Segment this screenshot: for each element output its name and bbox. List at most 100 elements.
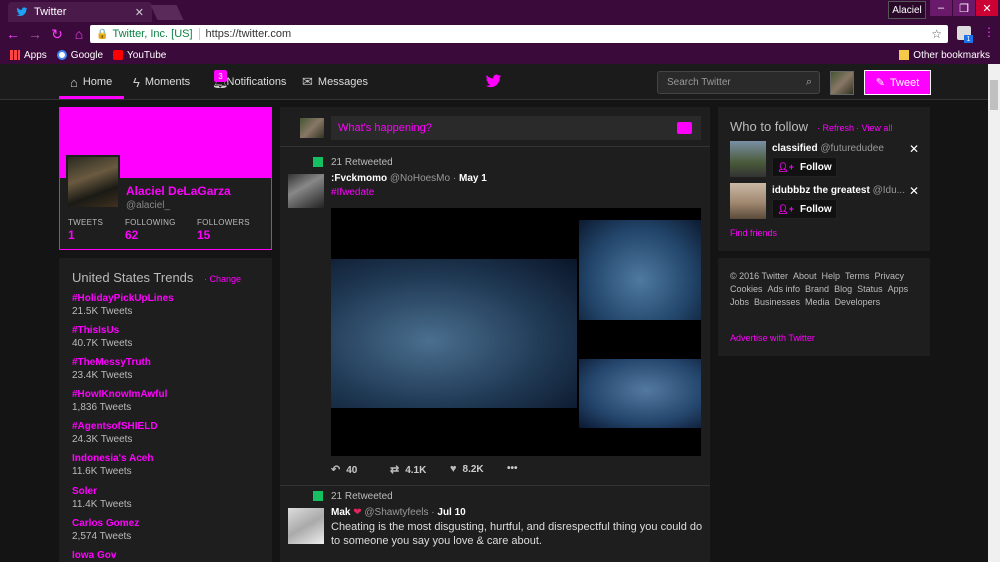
bookmark-other[interactable]: Other bookmarks bbox=[899, 50, 990, 61]
twitter-logo-icon[interactable] bbox=[485, 74, 502, 89]
restore-icon[interactable]: ❐ bbox=[953, 0, 975, 16]
bookmark-youtube[interactable]: YouTube bbox=[113, 50, 166, 61]
nav-avatar[interactable] bbox=[830, 71, 854, 95]
tweet-author-name: Mak bbox=[331, 507, 351, 518]
footer-link[interactable]: Brand bbox=[805, 283, 829, 296]
tweet-button[interactable]: ✎ Tweet bbox=[864, 70, 931, 95]
follow-user[interactable]: idubbbz the greatest @Idu... bbox=[772, 185, 905, 196]
home-browser-icon[interactable]: ⌂ bbox=[70, 25, 88, 43]
trends-change-link[interactable]: · Change bbox=[204, 274, 241, 284]
trend-item[interactable]: #AgentsofSHIELD 24.3K Tweets bbox=[72, 421, 158, 445]
bookmark-apps[interactable]: Apps bbox=[10, 50, 47, 61]
more-icon[interactable]: ••• bbox=[507, 463, 518, 474]
follow-user[interactable]: classified @futuredudee bbox=[772, 143, 884, 154]
bookmark-star-icon[interactable]: ☆ bbox=[931, 27, 942, 41]
profile-name[interactable]: Alaciel DeLaGarza bbox=[126, 184, 231, 198]
view-all-link[interactable]: · View all bbox=[856, 123, 892, 133]
follow-avatar[interactable] bbox=[730, 183, 766, 219]
tweet-media-image[interactable] bbox=[579, 359, 701, 428]
trend-item[interactable]: #HowIKnowImAwful 1,836 Tweets bbox=[72, 389, 167, 413]
refresh-link[interactable]: · Refresh bbox=[817, 123, 854, 133]
view-all-label: View all bbox=[861, 123, 893, 133]
stat-tweets-label[interactable]: TWEETS bbox=[68, 218, 103, 227]
nav-moments[interactable]: ϟ Moments bbox=[133, 64, 190, 100]
follow-button[interactable]: 👤︎+ Follow bbox=[772, 199, 837, 219]
nav-moments-label: Moments bbox=[144, 76, 191, 88]
nav-home[interactable]: ⌂ Home bbox=[70, 64, 112, 100]
retweet-action[interactable]: ⇄ 4.1K bbox=[390, 463, 426, 476]
compose-input[interactable]: What's happening? bbox=[331, 116, 701, 140]
tweet-author[interactable]: Mak ❤ @Shawtyfeels · Jul 10 bbox=[331, 507, 466, 518]
like-action[interactable]: ♥ 8.2K bbox=[450, 463, 484, 475]
follow-avatar[interactable] bbox=[730, 141, 766, 177]
follow-button[interactable]: 👤︎+ Follow bbox=[772, 157, 837, 177]
tweet-author[interactable]: :Fvckmomo @NoHoesMo · May 1 bbox=[331, 173, 487, 184]
retweet-context-icon bbox=[313, 491, 323, 502]
bookmark-google[interactable]: Google bbox=[56, 50, 103, 61]
footer-link[interactable]: Apps bbox=[888, 283, 909, 296]
profile-avatar[interactable] bbox=[66, 155, 120, 209]
reload-icon[interactable]: ↻ bbox=[48, 25, 66, 43]
dismiss-icon[interactable]: ✕ bbox=[909, 142, 919, 156]
stat-tweets-value[interactable]: 1 bbox=[68, 228, 75, 242]
trend-item[interactable]: #HolidayPickUpLines 21.5K Tweets bbox=[72, 293, 174, 317]
footer-link[interactable]: Businesses bbox=[754, 296, 800, 309]
tweet-author-handle: @NoHoesMo bbox=[389, 173, 451, 184]
tab-title: Twitter bbox=[34, 6, 67, 18]
trend-item[interactable]: Soler 11.4K Tweets bbox=[72, 486, 132, 510]
trend-item[interactable]: #ThisIsUs 40.7K Tweets bbox=[72, 325, 132, 349]
profile-handle[interactable]: @alaciel_ bbox=[126, 200, 170, 211]
tweet-avatar[interactable] bbox=[288, 508, 324, 544]
browser-profile-button[interactable]: Alaciel bbox=[888, 1, 926, 19]
footer-link[interactable]: Status bbox=[857, 283, 883, 296]
trend-item[interactable]: Indonesia's Aceh 11.6K Tweets bbox=[72, 453, 153, 477]
footer-link[interactable]: Developers bbox=[835, 296, 881, 309]
find-friends-link[interactable]: Find friends bbox=[730, 228, 777, 238]
scrollbar-thumb[interactable] bbox=[990, 80, 998, 110]
search-placeholder: Search Twitter bbox=[667, 77, 731, 88]
tweet-date[interactable]: Jul 10 bbox=[437, 507, 465, 518]
footer-link[interactable]: Terms bbox=[845, 270, 870, 283]
footer-link[interactable]: Privacy bbox=[875, 270, 905, 283]
stat-following-value[interactable]: 62 bbox=[125, 228, 138, 242]
search-icon[interactable]: ⌕ bbox=[806, 76, 812, 89]
footer-link[interactable]: Blog bbox=[834, 283, 852, 296]
advertise-link[interactable]: Advertise with Twitter bbox=[730, 333, 815, 343]
tweet-date[interactable]: May 1 bbox=[459, 173, 487, 184]
address-bar[interactable]: 🔒 Twitter, Inc. [US] https://twitter.com… bbox=[90, 25, 948, 43]
footer-link[interactable]: Jobs bbox=[730, 296, 749, 309]
search-input[interactable]: Search Twitter ⌕ bbox=[657, 71, 820, 94]
footer-link[interactable]: Media bbox=[805, 296, 830, 309]
close-window-icon[interactable]: ✕ bbox=[976, 0, 998, 16]
scrollbar[interactable] bbox=[988, 64, 1000, 562]
trend-count: 2,574 Tweets bbox=[72, 531, 132, 542]
like-count: 8.2K bbox=[462, 464, 484, 475]
tweet-avatar[interactable] bbox=[288, 174, 324, 208]
reply-action[interactable]: ↶ 40 bbox=[331, 463, 357, 476]
tweet-media-image[interactable] bbox=[331, 259, 577, 408]
stat-followers-value[interactable]: 15 bbox=[197, 228, 210, 242]
twitter-bird-icon bbox=[16, 7, 28, 17]
nav-messages[interactable]: ✉ Messages bbox=[302, 64, 368, 100]
back-icon[interactable]: ← bbox=[4, 25, 22, 43]
footer-link[interactable]: About bbox=[793, 270, 817, 283]
trend-item[interactable]: Iowa Gov bbox=[72, 550, 116, 561]
stat-following-label[interactable]: FOLLOWING bbox=[125, 218, 176, 227]
trend-item[interactable]: #TheMessyTruth 23.4K Tweets bbox=[72, 357, 151, 381]
browser-tab[interactable]: Twitter ✕ bbox=[8, 2, 152, 22]
stat-followers-label[interactable]: FOLLOWERS bbox=[197, 218, 250, 227]
trend-item[interactable]: Carlos Gomez 2,574 Tweets bbox=[72, 518, 139, 542]
dismiss-icon[interactable]: ✕ bbox=[909, 184, 919, 198]
tweet-media-image[interactable] bbox=[579, 220, 701, 320]
tweet-text[interactable]: Cheating is the most disgusting, hurtful… bbox=[331, 520, 706, 548]
footer-link[interactable]: Ads info bbox=[768, 283, 801, 296]
browser-menu-icon[interactable]: ⋮ bbox=[983, 25, 995, 39]
footer-link[interactable]: Help bbox=[822, 270, 841, 283]
footer-link[interactable]: Cookies bbox=[730, 283, 763, 296]
tab-close-icon[interactable]: ✕ bbox=[135, 6, 144, 19]
forward-icon[interactable]: → bbox=[26, 25, 44, 43]
compose-icon: ✎ bbox=[875, 77, 885, 89]
minimize-icon[interactable]: – bbox=[930, 0, 952, 16]
tweet-text[interactable]: #Ifwedate bbox=[331, 187, 374, 198]
camera-icon[interactable] bbox=[677, 122, 692, 134]
